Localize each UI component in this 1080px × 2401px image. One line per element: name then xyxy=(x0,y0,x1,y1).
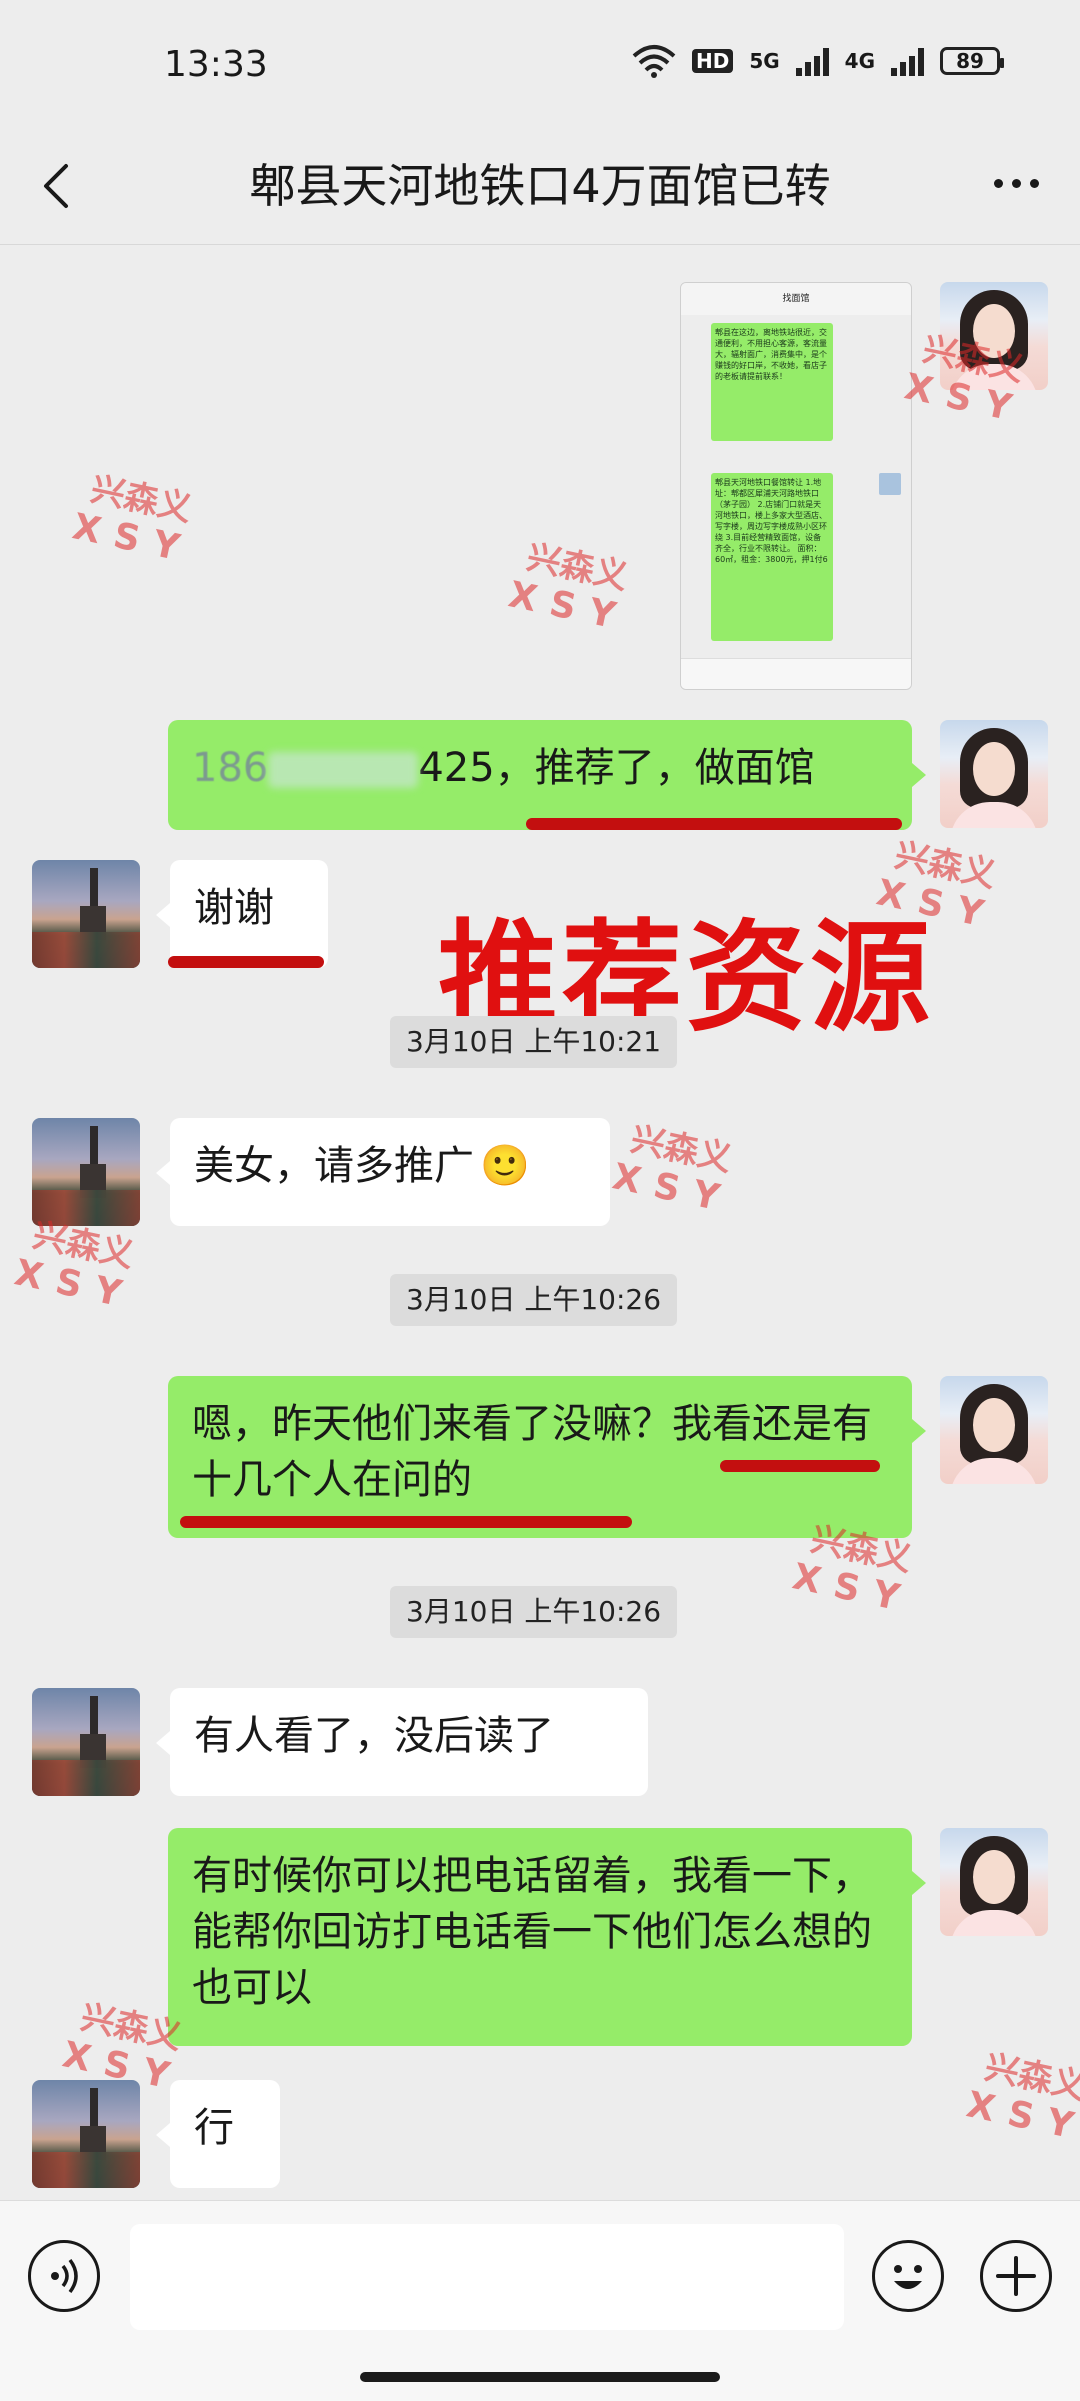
status-time: 13:33 xyxy=(164,44,268,85)
masked-blur xyxy=(268,752,419,788)
avatar-contact[interactable] xyxy=(32,860,140,968)
bubble-tail xyxy=(156,903,170,927)
thumb-bubble-1: 郫县在这边，离地铁站很近，交通便利，不用担心客源，客流量大，辐射面广，消费集中，… xyxy=(711,323,833,441)
message-bubble-3[interactable]: 美女，请多推广 🙂 xyxy=(170,1118,610,1226)
shared-screenshot-image[interactable]: 找面馆 郫县在这边，离地铁站很近，交通便利，不用担心客源，客流量大，辐射面广，消… xyxy=(680,282,912,690)
watermark: 兴森义 XSY xyxy=(11,1215,139,1318)
bubble-tail xyxy=(156,2123,170,2147)
plus-icon[interactable] xyxy=(980,2240,1052,2312)
timestamp: 3月10日 上午10:26 xyxy=(390,1586,678,1638)
thumb-input-bar xyxy=(681,658,911,689)
message-bubble-6[interactable]: 有时候你可以把电话留着，我看一下，能帮你回访打电话看一下他们怎么想的也可以 xyxy=(168,1828,912,2046)
timestamp: 3月10日 上午10:21 xyxy=(390,1016,678,1068)
highlight-underline xyxy=(180,1516,632,1528)
home-indicator[interactable] xyxy=(360,2372,720,2382)
bubble-tail xyxy=(912,1419,926,1443)
bubble-tail xyxy=(156,1731,170,1755)
hd-badge: HD xyxy=(691,49,734,73)
emoji-icon[interactable] xyxy=(872,2240,944,2312)
timestamp: 3月10日 上午10:26 xyxy=(390,1274,678,1326)
masked-phone: 186 xyxy=(192,745,269,791)
smile-emoji-icon: 🙂 xyxy=(480,1143,530,1189)
watermark: 兴森义 XSY xyxy=(963,2047,1080,2150)
thumb-title: 找面馆 xyxy=(681,283,911,315)
thumb-bubble-2: 郫县天河地铁口餐馆转让 1.地址：郫都区犀浦天河路地铁口（茅子园） 2.店铺门口… xyxy=(711,473,833,641)
chat-title: 郫县天河地铁口4万面馆已转 xyxy=(249,159,831,213)
wifi-icon xyxy=(632,45,676,78)
5g-label: 5G xyxy=(749,49,780,73)
bubble-tail xyxy=(912,1871,926,1895)
highlight-underline xyxy=(168,956,324,968)
message-bubble-7[interactable]: 行 xyxy=(170,2080,280,2188)
avatar-contact[interactable] xyxy=(32,1688,140,1796)
more-dots-icon[interactable] xyxy=(986,160,1046,206)
bubble-tail xyxy=(912,763,926,787)
battery-icon: 89 xyxy=(940,47,1004,75)
status-icons: HD 5G 4G 89 xyxy=(632,44,1004,78)
watermark: 兴森义 XSY xyxy=(69,469,197,572)
highlight-underline xyxy=(526,818,902,830)
signal-4g-icon xyxy=(891,46,924,76)
highlight-underline xyxy=(720,1460,880,1472)
avatar-contact[interactable] xyxy=(32,2080,140,2188)
message-bubble-1[interactable]: 186 425，推荐了，做面馆 xyxy=(168,720,912,830)
4g-label: 4G xyxy=(844,49,875,73)
avatar-self[interactable] xyxy=(940,1376,1048,1484)
message-bubble-5[interactable]: 有人看了，没后读了 xyxy=(170,1688,648,1796)
signal-5g-icon xyxy=(795,46,829,76)
message-text-1: 425，推荐了，做面馆 xyxy=(418,745,815,791)
bubble-tail xyxy=(156,1161,170,1185)
avatar-self[interactable] xyxy=(940,1828,1048,1936)
watermark: 兴森义 XSY xyxy=(609,1119,737,1222)
watermark: 兴森义 XSY xyxy=(505,537,633,640)
chevron-left-icon[interactable] xyxy=(36,158,76,214)
thumb-avatar xyxy=(879,473,901,495)
message-text-3: 美女，请多推广 xyxy=(194,1143,474,1189)
avatar-self[interactable] xyxy=(940,720,1048,828)
message-bubble-4[interactable]: 嗯，昨天他们来看了没嘛？我看还是有十几个人在问的 xyxy=(168,1376,912,1538)
message-input[interactable] xyxy=(130,2224,844,2330)
message-bubble-2[interactable]: 谢谢 xyxy=(170,860,328,968)
voice-icon[interactable] xyxy=(28,2240,100,2312)
avatar-contact[interactable] xyxy=(32,1118,140,1226)
